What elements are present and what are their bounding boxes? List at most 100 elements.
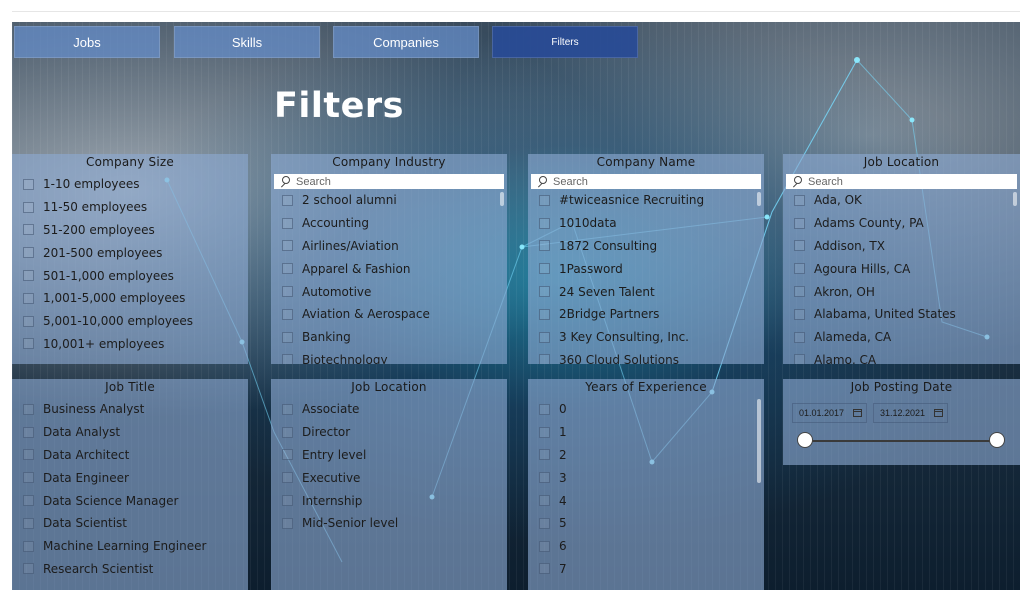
checkbox[interactable] (539, 240, 550, 252)
checkbox[interactable] (282, 495, 293, 507)
slicer-item[interactable]: Executive (271, 466, 507, 489)
slicer-item[interactable]: 1 (528, 421, 764, 444)
checkbox[interactable] (23, 517, 34, 529)
nav-jobs-button[interactable]: Jobs (14, 26, 160, 58)
checkbox[interactable] (539, 517, 550, 529)
slicer-item[interactable]: Alamo, CA (783, 349, 1020, 364)
slicer-item[interactable]: 3 (528, 466, 764, 489)
checkbox[interactable] (539, 286, 550, 298)
checkbox[interactable] (23, 338, 34, 350)
checkbox[interactable] (539, 354, 550, 364)
slicer-item[interactable]: 5 (528, 512, 764, 535)
slicer-item[interactable]: Mid-Senior level (271, 512, 507, 535)
slicer-item[interactable]: Adams County, PA (783, 212, 1020, 235)
slicer-item[interactable]: Data Engineer (12, 466, 248, 489)
slicer-item[interactable]: 7 (528, 558, 764, 581)
checkbox[interactable] (539, 194, 550, 206)
checkbox[interactable] (23, 270, 34, 282)
checkbox[interactable] (282, 354, 293, 364)
slider-end-handle[interactable] (989, 432, 1005, 448)
slicer-item[interactable]: Banking (271, 326, 507, 349)
checkbox[interactable] (23, 224, 34, 236)
checkbox[interactable] (539, 495, 550, 507)
checkbox[interactable] (539, 263, 550, 275)
checkbox[interactable] (539, 449, 550, 461)
checkbox[interactable] (539, 540, 550, 552)
checkbox[interactable] (282, 308, 293, 320)
checkbox[interactable] (282, 217, 293, 229)
checkbox[interactable] (23, 292, 34, 304)
slicer-item[interactable]: Data Analyst (12, 421, 248, 444)
start-date-input[interactable]: 01.01.2017 (792, 403, 867, 423)
checkbox[interactable] (794, 240, 805, 252)
slicer-item[interactable]: Entry level (271, 444, 507, 467)
slicer-item[interactable]: 3 Key Consulting, Inc. (528, 326, 764, 349)
slicer-item[interactable]: 1,001-5,000 employees (12, 287, 248, 310)
slicer-item[interactable]: 5,001-10,000 employees (12, 310, 248, 333)
slicer-item[interactable]: 1Password (528, 257, 764, 280)
slicer-item[interactable]: Apparel & Fashion (271, 257, 507, 280)
checkbox[interactable] (282, 263, 293, 275)
scrollbar[interactable] (1013, 192, 1017, 206)
slicer-item[interactable]: Internship (271, 489, 507, 512)
checkbox[interactable] (539, 563, 550, 575)
checkbox[interactable] (282, 517, 293, 529)
slicer-item[interactable]: Associate (271, 398, 507, 421)
slicer-item[interactable]: 2 (528, 444, 764, 467)
slicer-item[interactable]: 501-1,000 employees (12, 264, 248, 287)
slicer-item[interactable]: Ada, OK (783, 189, 1020, 212)
slicer-item[interactable]: Data Architect (12, 444, 248, 467)
slicer-item[interactable]: 0 (528, 398, 764, 421)
checkbox[interactable] (282, 403, 293, 415)
checkbox[interactable] (539, 403, 550, 415)
slider-start-handle[interactable] (797, 432, 813, 448)
slicer-item[interactable]: 24 Seven Talent (528, 280, 764, 303)
slicer-item[interactable]: Machine Learning Engineer (12, 535, 248, 558)
slicer-item[interactable]: #twiceasnice Recruiting (528, 189, 764, 212)
checkbox[interactable] (282, 449, 293, 461)
checkbox[interactable] (539, 217, 550, 229)
slicer-item[interactable]: Akron, OH (783, 280, 1020, 303)
checkbox[interactable] (23, 449, 34, 461)
checkbox[interactable] (23, 201, 34, 213)
checkbox[interactable] (539, 472, 550, 484)
slicer-item[interactable]: Data Scientist (12, 512, 248, 535)
nav-companies-button[interactable]: Companies (333, 26, 479, 58)
slicer-item[interactable]: Automotive (271, 280, 507, 303)
date-range-slider[interactable] (797, 431, 1005, 451)
slicer-item[interactable]: Aviation & Aerospace (271, 303, 507, 326)
slicer-item[interactable]: Airlines/Aviation (271, 235, 507, 258)
slicer-item[interactable]: Addison, TX (783, 235, 1020, 258)
checkbox[interactable] (794, 263, 805, 275)
slicer-item[interactable]: 1872 Consulting (528, 235, 764, 258)
checkbox[interactable] (282, 194, 293, 206)
checkbox[interactable] (23, 247, 34, 259)
checkbox[interactable] (23, 403, 34, 415)
slicer-item[interactable]: 6 (528, 535, 764, 558)
checkbox[interactable] (794, 354, 805, 364)
nav-skills-button[interactable]: Skills (174, 26, 320, 58)
checkbox[interactable] (282, 472, 293, 484)
nav-filters-button[interactable]: Filters (492, 26, 638, 58)
checkbox[interactable] (794, 308, 805, 320)
end-date-input[interactable]: 31.12.2021 (873, 403, 948, 423)
checkbox[interactable] (794, 286, 805, 298)
checkbox[interactable] (539, 331, 550, 343)
slicer-item[interactable]: Research Scientist (12, 558, 248, 581)
checkbox[interactable] (282, 286, 293, 298)
search-input[interactable]: Search (786, 174, 1017, 189)
checkbox[interactable] (23, 472, 34, 484)
slicer-item[interactable]: Alabama, United States (783, 303, 1020, 326)
checkbox[interactable] (282, 426, 293, 438)
search-input[interactable]: Search (274, 174, 504, 189)
checkbox[interactable] (23, 495, 34, 507)
slicer-item[interactable]: 1-10 employees (12, 173, 248, 196)
slicer-item[interactable]: Data Science Manager (12, 489, 248, 512)
slicer-item[interactable]: 51-200 employees (12, 219, 248, 242)
slicer-item[interactable]: 2Bridge Partners (528, 303, 764, 326)
slicer-item[interactable]: 201-500 employees (12, 241, 248, 264)
slicer-item[interactable]: Director (271, 421, 507, 444)
checkbox[interactable] (23, 315, 34, 327)
checkbox[interactable] (794, 217, 805, 229)
slicer-item[interactable]: Accounting (271, 212, 507, 235)
